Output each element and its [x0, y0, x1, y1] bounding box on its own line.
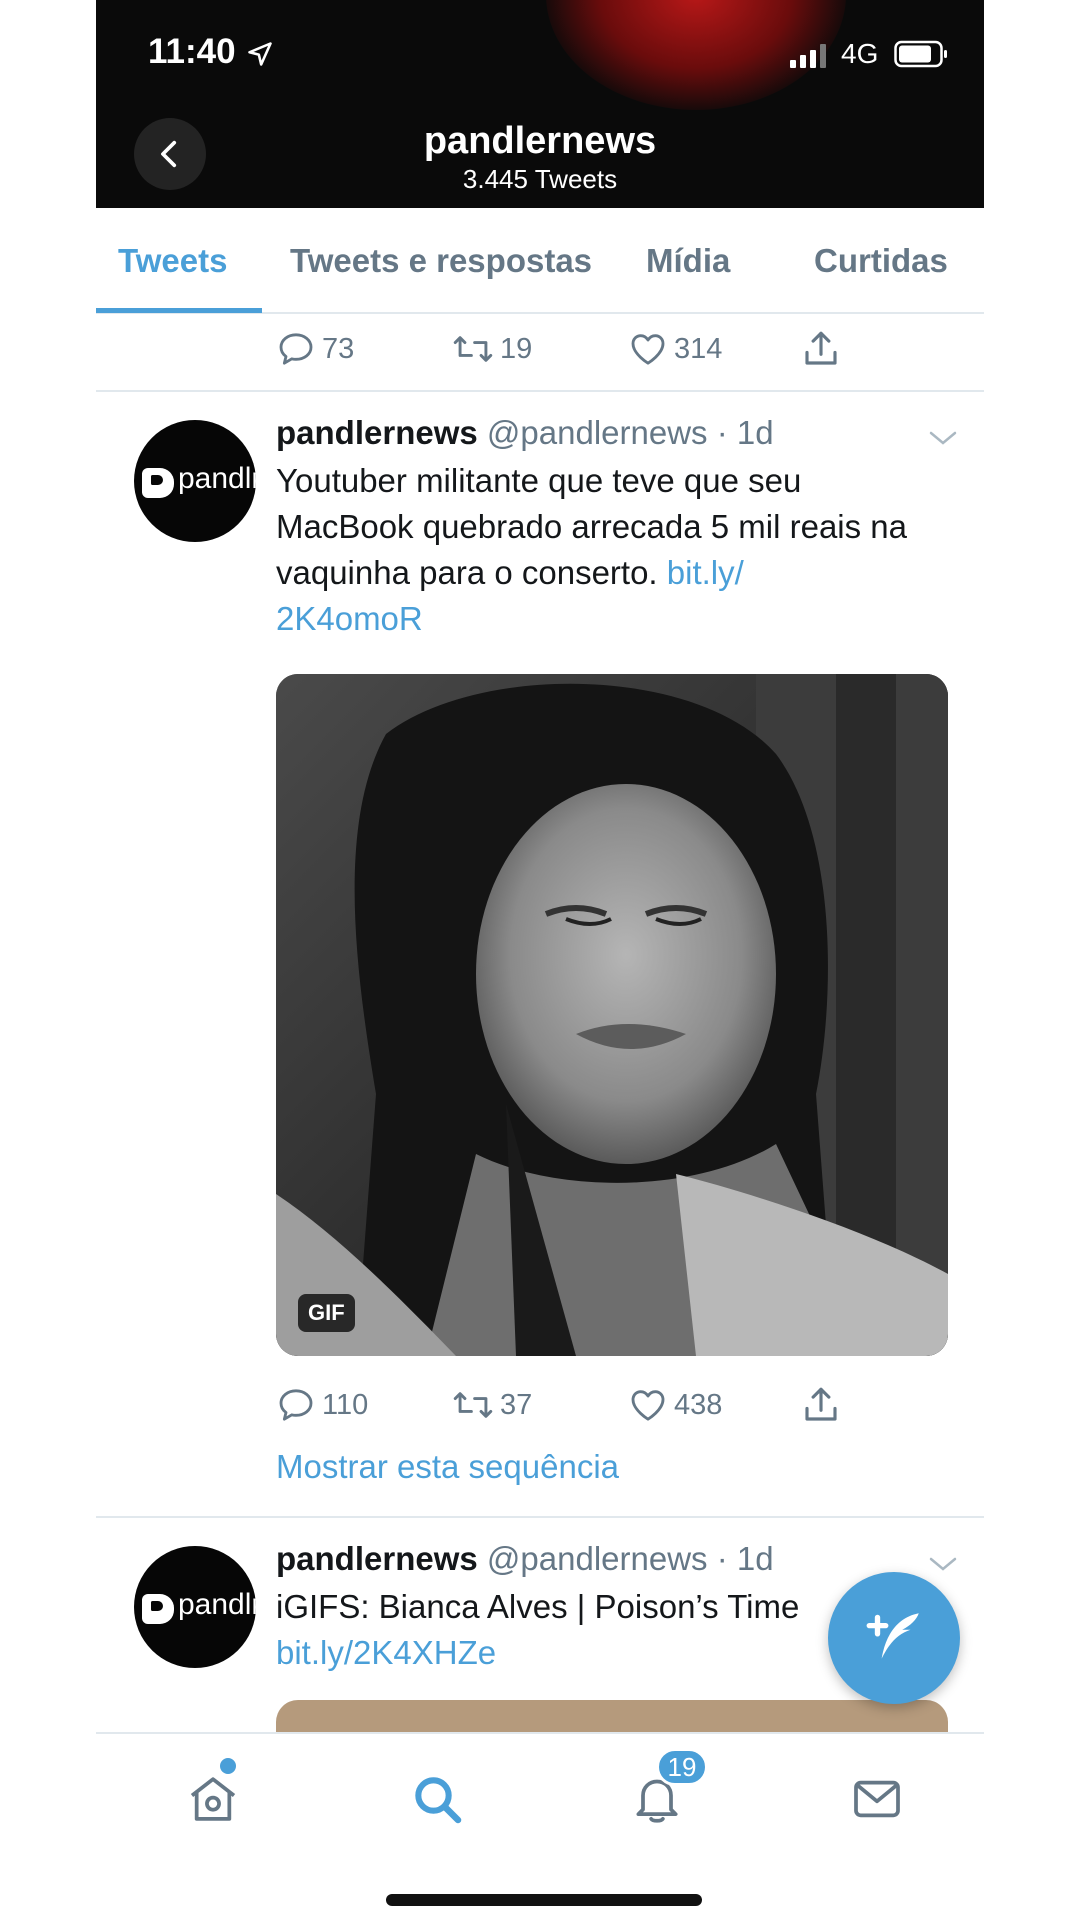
tweet-header: pandlernews @pandlernews · 1d — [276, 1540, 774, 1578]
home-indicator[interactable] — [386, 1894, 702, 1906]
reply-count: 73 — [322, 332, 355, 365]
tweet-text: Youtuber militante que teve que seu MacB… — [276, 458, 916, 642]
tweet-actions: 110 37 438 — [276, 1380, 896, 1430]
divider — [96, 1516, 984, 1518]
tweet-handle[interactable]: @pandlernews — [487, 414, 708, 451]
mail-icon — [854, 1780, 900, 1818]
tweet-time: · 1d — [716, 1540, 774, 1577]
chevron-down-icon[interactable] — [928, 428, 958, 448]
retweet-icon — [453, 1392, 493, 1418]
share-icon — [805, 1387, 837, 1421]
pandlr-logo-icon — [142, 468, 174, 498]
chevron-down-icon[interactable] — [928, 1554, 958, 1574]
tweet-count: 3.445 Tweets — [462, 164, 618, 194]
reply-button[interactable]: 110 — [276, 1380, 368, 1430]
nav-messages[interactable] — [842, 1764, 912, 1834]
status-bar: 11:40 4G — [96, 0, 984, 100]
nav-search[interactable] — [402, 1764, 472, 1834]
reply-button[interactable]: 73 — [276, 324, 354, 374]
gif-badge: GIF — [298, 1294, 355, 1332]
profile-tabs: Tweets Tweets e respostas Mídia Curtidas — [96, 208, 984, 314]
signal-icon — [790, 44, 826, 68]
search-icon — [415, 1777, 462, 1824]
reply-count: 110 — [322, 1388, 369, 1421]
retweet-count: 19 — [500, 332, 533, 365]
tweet-header: pandlernews @pandlernews · 1d — [276, 414, 774, 452]
tweet-gif[interactable]: GIF — [276, 674, 948, 1356]
tweet-link[interactable]: bit.ly/2K4XHZe — [276, 1630, 916, 1676]
home-icon — [190, 1777, 236, 1821]
nav-home[interactable] — [178, 1764, 248, 1834]
previous-tweet-actions: 73 19 314 — [276, 324, 896, 374]
battery-icon — [894, 40, 947, 68]
tweet-text: iGIFS: Bianca Alves | Poison’s Time bit.… — [276, 1584, 916, 1676]
retweet-button[interactable]: 19 — [452, 324, 532, 374]
profile-header: 11:40 4G pandlernews 3.445 Tweets — [96, 0, 984, 208]
home-new-indicator — [220, 1758, 236, 1774]
tab-tweets[interactable]: Tweets — [118, 242, 227, 280]
tweet-body: iGIFS: Bianca Alves | Poison’s Time — [276, 1588, 800, 1625]
tab-tweets-and-replies[interactable]: Tweets e respostas — [290, 242, 592, 280]
share-button[interactable] — [800, 1380, 848, 1430]
gif-image — [276, 674, 948, 1356]
reply-icon — [279, 333, 313, 365]
reply-icon — [279, 1389, 313, 1421]
tweet-time: · 1d — [716, 414, 774, 451]
tab-likes[interactable]: Curtidas — [814, 242, 948, 280]
notifications-badge: 19 — [656, 1748, 708, 1786]
location-arrow-icon — [248, 42, 272, 66]
tweet-handle[interactable]: @pandlernews — [487, 1540, 708, 1577]
pandlr-logo-icon — [142, 1594, 174, 1624]
profile-name: pandlernews — [423, 120, 657, 162]
phone-screen: 11:40 4G pandlernews 3.445 Tweets Tweets… — [96, 0, 984, 1920]
like-button[interactable]: 438 — [628, 1380, 722, 1430]
tab-media[interactable]: Mídia — [646, 242, 730, 280]
retweet-count: 37 — [500, 1388, 533, 1421]
avatar[interactable]: pandlr — [134, 1546, 256, 1668]
avatar-logo-text: pandlr — [178, 462, 256, 495]
heart-icon — [631, 1390, 665, 1421]
tweet-author[interactable]: pandlernews — [276, 1540, 478, 1577]
active-tab-indicator — [96, 308, 262, 313]
compose-tweet-button[interactable] — [828, 1572, 960, 1704]
status-time: 11:40 — [148, 32, 236, 71]
divider — [96, 390, 984, 392]
compose-tweet-icon — [866, 1613, 919, 1659]
heart-icon — [631, 334, 665, 365]
bottom-navigation: 19 — [96, 1732, 984, 1920]
network-label: 4G — [841, 38, 879, 69]
retweet-button[interactable]: 37 — [452, 1380, 532, 1430]
retweet-icon — [453, 336, 493, 362]
like-button[interactable]: 314 — [628, 324, 722, 374]
tweet-body: Youtuber militante que teve que seu MacB… — [276, 462, 908, 591]
avatar-logo-text: pandlr — [178, 1588, 256, 1621]
like-count: 438 — [674, 1388, 723, 1421]
avatar[interactable]: pandlr — [134, 420, 256, 542]
like-count: 314 — [674, 332, 723, 365]
share-icon — [805, 331, 837, 365]
share-button[interactable] — [800, 324, 848, 374]
tweet-author[interactable]: pandlernews — [276, 414, 478, 451]
show-thread-link[interactable]: Mostrar esta sequência — [276, 1448, 619, 1486]
